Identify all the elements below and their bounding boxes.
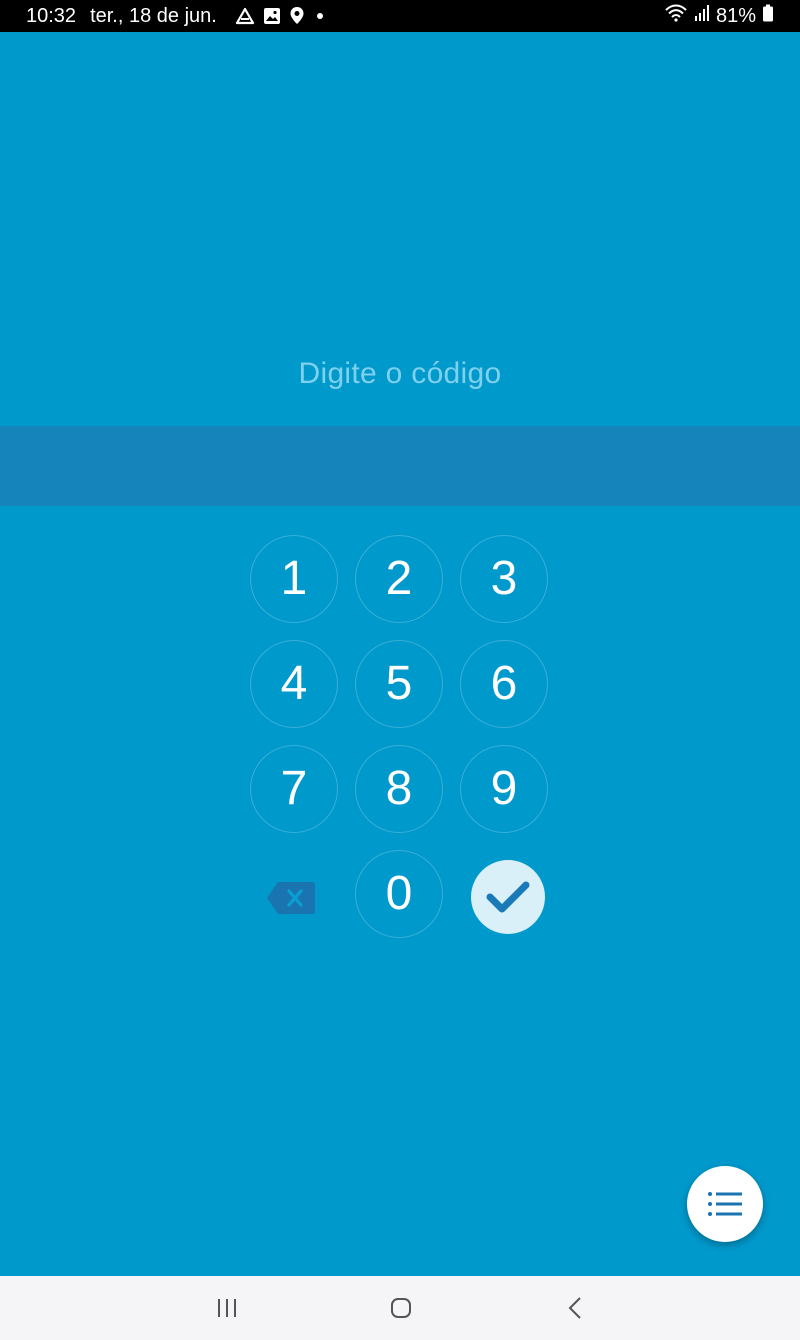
key-9[interactable]: 9 [460, 745, 548, 833]
gallery-icon [263, 7, 281, 25]
key-label: 3 [490, 552, 518, 605]
key-1[interactable]: 1 [250, 535, 338, 623]
backspace-button[interactable] [266, 880, 316, 916]
code-input-field [0, 426, 800, 506]
battery-text: 81% [715, 4, 756, 27]
status-bar: 10:32 ter., 18 de jun. 81% [0, 0, 800, 32]
key-label: 2 [385, 552, 413, 605]
confirm-button[interactable] [471, 860, 545, 934]
key-8[interactable]: 8 [355, 745, 443, 833]
battery-icon [762, 4, 774, 28]
back-icon [568, 1297, 581, 1319]
check-icon [486, 881, 530, 913]
key-label: 8 [385, 762, 413, 815]
status-date: ter., 18 de jun. [90, 4, 217, 27]
key-2[interactable]: 2 [355, 535, 443, 623]
drive-icon [235, 7, 255, 25]
code-prompt: Digite o código [298, 357, 502, 390]
home-button[interactable] [381, 1292, 421, 1324]
key-label: 5 [385, 657, 413, 710]
key-5[interactable]: 5 [355, 640, 443, 728]
key-label: 4 [280, 657, 308, 710]
key-label: 9 [490, 762, 518, 815]
backspace-icon [267, 882, 315, 914]
wifi-icon [664, 4, 688, 28]
main-screen: Digite o código 1 2 3 4 5 6 7 8 9 0 [0, 32, 800, 1276]
key-7[interactable]: 7 [250, 745, 338, 833]
key-4[interactable]: 4 [250, 640, 338, 728]
key-3[interactable]: 3 [460, 535, 548, 623]
signal-icon [694, 4, 710, 28]
location-icon [289, 6, 305, 26]
key-label: 1 [280, 552, 308, 605]
navigation-bar [0, 1276, 800, 1340]
status-time: 10:32 [26, 4, 77, 27]
key-label: 0 [385, 867, 413, 920]
key-label: 7 [280, 762, 308, 815]
recents-button[interactable] [207, 1292, 247, 1324]
home-icon [391, 1298, 411, 1318]
menu-list-button[interactable] [687, 1166, 763, 1242]
back-button[interactable] [556, 1292, 596, 1324]
dot-icon [313, 9, 327, 23]
key-label: 6 [490, 657, 518, 710]
list-icon [708, 1192, 742, 1216]
key-6[interactable]: 6 [460, 640, 548, 728]
recents-icon [218, 1299, 236, 1317]
key-0[interactable]: 0 [355, 850, 443, 938]
